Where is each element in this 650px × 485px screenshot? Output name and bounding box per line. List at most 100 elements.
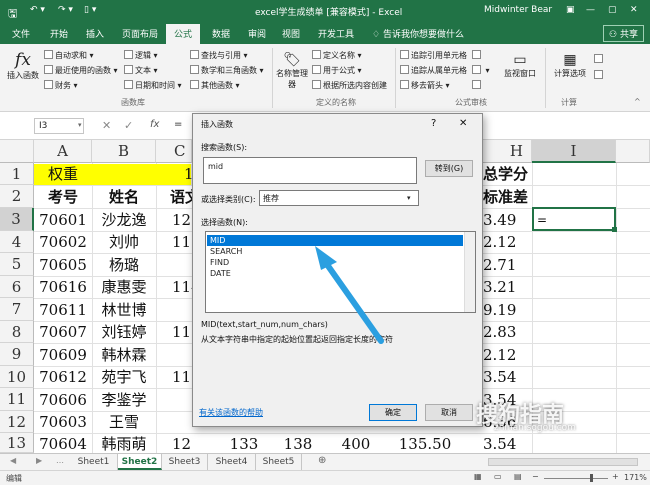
tab-file[interactable]: 文件	[12, 27, 30, 40]
cell-b11[interactable]: 李鉴学	[92, 389, 156, 411]
sheet-tab-3[interactable]: Sheet3	[162, 454, 208, 470]
row-header[interactable]: 7	[0, 298, 34, 321]
tab-home[interactable]: 开始	[50, 27, 68, 40]
function-item-find[interactable]: FIND	[207, 257, 463, 268]
ribbon-display-icon[interactable]: ▣	[566, 5, 575, 15]
cancel-button[interactable]: 取消	[425, 404, 473, 421]
more-functions-button[interactable]: 其他函数 ▾	[190, 80, 240, 91]
ok-button[interactable]: 确定	[369, 404, 417, 421]
undo-icon[interactable]: ↶ ▾	[30, 5, 45, 15]
name-manager-button[interactable]: 🏷 名称管理器	[276, 52, 308, 90]
go-button[interactable]: 转到(G)	[425, 160, 473, 177]
zoom-slider-thumb[interactable]	[590, 474, 593, 482]
function-help-link[interactable]: 有关该函数的帮助	[199, 407, 263, 418]
tab-formulas[interactable]: 公式	[166, 24, 201, 44]
math-trig-button[interactable]: 数学和三角函数 ▾	[190, 65, 264, 76]
collapse-ribbon-icon[interactable]: ^	[634, 97, 641, 106]
text-button[interactable]: 文本 ▾	[124, 65, 158, 76]
cell-c6[interactable]: 114	[156, 277, 192, 298]
cell-h6[interactable]: 3.21	[482, 277, 532, 298]
cell-c4[interactable]: 116	[156, 232, 192, 253]
row-header[interactable]: 10	[0, 366, 34, 388]
cell-a3[interactable]: 70601	[34, 209, 92, 231]
function-list-scrollbar[interactable]	[464, 232, 475, 312]
cancel-entry-icon[interactable]: ✕	[102, 119, 111, 132]
add-sheet-icon[interactable]: ⊕	[318, 455, 326, 466]
create-from-selection-button[interactable]: 根据所选内容创建	[312, 80, 387, 91]
cell-h5[interactable]: 2.71	[482, 254, 532, 276]
autosum-button[interactable]: 自动求和 ▾	[44, 50, 94, 61]
cell-c10[interactable]: 118	[156, 367, 192, 388]
formula-input[interactable]: =	[170, 118, 192, 134]
sheet-tab-2[interactable]: Sheet2	[118, 454, 162, 470]
cell-b3[interactable]: 沙龙逸	[92, 209, 156, 231]
cell-f13[interactable]: 400	[334, 434, 378, 453]
row-header[interactable]: 1	[0, 163, 34, 185]
redo-icon[interactable]: ↷ ▾	[58, 5, 73, 15]
tab-view[interactable]: 视图	[282, 27, 300, 40]
tab-review[interactable]: 审阅	[248, 27, 266, 40]
calculate-now-icon[interactable]	[594, 54, 605, 64]
evaluate-formula-icon[interactable]	[472, 80, 483, 90]
remove-arrows-button[interactable]: 移去箭头 ▾	[400, 80, 450, 91]
cell-c2[interactable]: 语文	[156, 186, 192, 208]
column-header-a[interactable]: A	[34, 140, 92, 163]
cell-a2[interactable]: 考号	[34, 186, 92, 208]
name-box-dropdown-icon[interactable]: ▾	[78, 121, 82, 129]
row-header[interactable]: 6	[0, 276, 34, 298]
scroll-left-icon[interactable]: ◀	[10, 456, 16, 465]
help-button[interactable]: ?	[431, 118, 436, 129]
cell-b7[interactable]: 林世博	[92, 299, 156, 321]
row-header[interactable]: 11	[0, 388, 34, 411]
column-header-i[interactable]: I	[532, 140, 616, 163]
cell-a8[interactable]: 70607	[34, 322, 92, 343]
insert-function-button[interactable]: fx 插入函数	[6, 50, 40, 81]
sheet-tab-1[interactable]: Sheet1	[70, 454, 118, 470]
logical-button[interactable]: 逻辑 ▾	[124, 50, 158, 61]
function-item-search[interactable]: SEARCH	[207, 246, 463, 257]
function-list[interactable]: MID SEARCH FIND DATE	[205, 231, 476, 313]
cell-b6[interactable]: 康惠雯	[92, 277, 156, 298]
column-header-c[interactable]: C	[156, 140, 192, 163]
cell-b4[interactable]: 刘帅	[92, 232, 156, 253]
cell-a12[interactable]: 70603	[34, 412, 92, 433]
more-sheets-icon[interactable]: …	[56, 456, 64, 465]
tab-page-layout[interactable]: 页面布局	[122, 27, 158, 40]
cell-a7[interactable]: 70611	[34, 299, 92, 321]
cell-h3[interactable]: 3.49	[482, 209, 532, 231]
page-layout-view-icon[interactable]: ▭	[494, 472, 502, 481]
cell-c13[interactable]: 129	[156, 434, 192, 453]
lookup-button[interactable]: 查找与引用 ▾	[190, 50, 248, 61]
column-header-h[interactable]: H	[482, 140, 532, 163]
minimize-icon[interactable]: —	[586, 5, 595, 15]
cell-a13[interactable]: 70604	[34, 434, 92, 453]
cell-h2[interactable]: 标准差	[482, 186, 532, 208]
close-icon[interactable]: ✕	[630, 5, 638, 15]
cell-h13[interactable]: 3.54	[482, 434, 532, 453]
cell-g13[interactable]: 135.50	[390, 434, 460, 453]
tab-data[interactable]: 数据	[212, 27, 230, 40]
active-cell-i3[interactable]: =	[532, 207, 616, 231]
row-header[interactable]: 2	[0, 185, 34, 208]
normal-view-icon[interactable]: ▦	[474, 472, 482, 481]
scroll-right-icon[interactable]: ▶	[36, 456, 42, 465]
cell-a10[interactable]: 70612	[34, 367, 92, 388]
watch-window-button[interactable]: ▭ 监视窗口	[502, 52, 538, 79]
cell-h8[interactable]: 2.83	[482, 322, 532, 343]
chevron-down-icon[interactable]: ▾	[407, 194, 411, 202]
tell-me-search[interactable]: ♢ 告诉我你想要做什么	[372, 27, 464, 40]
category-select[interactable]: 推荐	[259, 190, 419, 206]
cell-b8[interactable]: 刘钰婷	[92, 322, 156, 343]
dialog-close-button[interactable]: ✕	[459, 118, 467, 129]
share-button[interactable]: ⚇ 共享	[603, 25, 644, 42]
row-header[interactable]: 8	[0, 321, 34, 343]
confirm-entry-icon[interactable]: ✓	[124, 119, 133, 132]
fx-button[interactable]: fx	[150, 119, 159, 130]
calculate-sheet-icon[interactable]	[594, 70, 605, 80]
sheet-tab-5[interactable]: Sheet5	[256, 454, 302, 470]
fill-handle[interactable]	[612, 227, 617, 232]
cell-c8[interactable]: 115	[156, 322, 192, 343]
tab-insert[interactable]: 插入	[86, 27, 104, 40]
column-header-b[interactable]: B	[92, 140, 156, 163]
cell-b13[interactable]: 韩雨萌	[92, 434, 156, 453]
